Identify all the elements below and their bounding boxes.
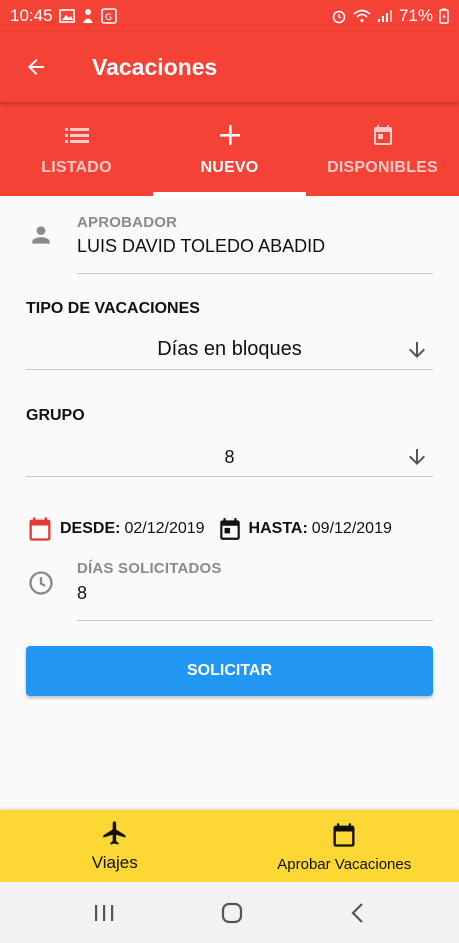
vacation-type-label: TIPO DE VACACIONES (26, 300, 200, 317)
wifi-icon (353, 9, 371, 23)
to-label: HASTA: (248, 520, 308, 537)
vacation-type-value: Días en bloques (157, 338, 302, 360)
vacation-type-underline (26, 369, 433, 370)
from-date-picker[interactable]: DESDE: 02/12/2019 (26, 514, 205, 544)
days-requested-underline (77, 620, 433, 621)
days-requested-field[interactable]: 8 (77, 583, 87, 604)
arrow-down-icon (409, 342, 425, 358)
list-icon (64, 128, 89, 143)
translate-notification-icon: G (100, 8, 117, 24)
arrow-down-icon (409, 449, 425, 465)
calendar-icon (373, 125, 392, 145)
image-notification-icon (58, 9, 75, 23)
approver-underline (77, 273, 433, 274)
approver-label: APROBADOR (77, 214, 178, 231)
home-icon[interactable] (220, 901, 244, 925)
plus-icon (219, 125, 240, 145)
signal-icon (377, 10, 392, 22)
form-content: APROBADOR LUIS DAVID TOLEDO ABADID TIPO … (0, 196, 459, 810)
calendar-to-icon (219, 518, 240, 540)
group-label: GRUPO (26, 407, 85, 424)
status-bar: 10:45 G 71% (0, 0, 459, 32)
system-nav-bar (0, 882, 459, 943)
days-requested-label: DÍAS SOLICITADOS (77, 560, 222, 577)
solicitar-button[interactable]: SOLICITAR (26, 646, 433, 696)
approver-field[interactable]: LUIS DAVID TOLEDO ABADID (77, 236, 325, 257)
arrow-back-icon (28, 59, 44, 75)
bottom-nav-label: Aprobar Vacaciones (277, 855, 412, 873)
bottom-nav: Viajes Aprobar Vacaciones (0, 810, 459, 882)
battery-icon (439, 8, 449, 24)
alarm-icon (332, 10, 346, 24)
clock-icon (29, 571, 53, 595)
tab-label: NUEVO (200, 159, 259, 176)
tab-disponibles[interactable]: DISPONIBLES (306, 102, 459, 196)
to-value: 09/12/2019 (311, 520, 392, 537)
battery-percent: 71% (398, 6, 433, 25)
bottom-nav-aprobar-vacaciones[interactable]: Aprobar Vacaciones (230, 810, 459, 882)
tab-bar: LISTADO NUEVO DISPONIBLES (0, 102, 459, 196)
tab-nuevo[interactable]: NUEVO (153, 102, 306, 196)
back-button[interactable] (0, 32, 72, 102)
svg-text:G: G (105, 13, 112, 23)
app-notification-icon (82, 9, 93, 23)
bottom-nav-label: Viajes (91, 853, 138, 872)
calendar-from-icon (29, 517, 51, 541)
app-bar: Vacaciones (0, 32, 459, 102)
bottom-nav-viajes[interactable]: Viajes (0, 810, 230, 882)
tab-listado[interactable]: LISTADO (0, 102, 153, 196)
tab-label: DISPONIBLES (327, 159, 438, 176)
person-icon (32, 226, 50, 244)
calendar-icon (333, 822, 355, 847)
group-underline (26, 476, 433, 477)
tab-label: LISTADO (41, 159, 112, 176)
recents-icon[interactable] (93, 903, 115, 923)
from-label: DESDE: (60, 520, 121, 537)
page-title: Vacaciones (92, 53, 218, 80)
from-value: 02/12/2019 (124, 520, 205, 537)
status-time: 10:45 (10, 6, 53, 25)
group-value: 8 (224, 447, 235, 467)
back-nav-icon[interactable] (349, 902, 367, 924)
airplane-icon (103, 821, 126, 845)
to-date-picker[interactable]: HASTA: 09/12/2019 (217, 515, 392, 543)
date-range: DESDE: 02/12/2019 HASTA: 09/12/2019 (26, 514, 392, 544)
